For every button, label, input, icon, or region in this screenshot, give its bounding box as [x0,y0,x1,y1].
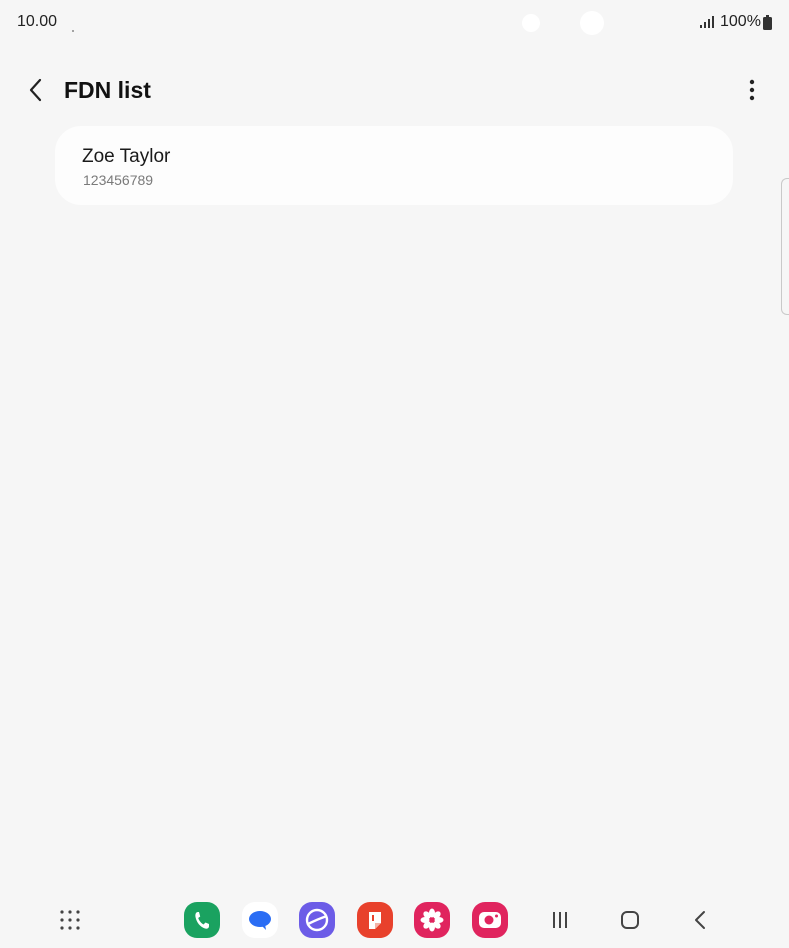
chevron-left-icon [29,78,42,102]
internet-app-icon[interactable] [299,902,335,938]
camera-cutout-icon [580,11,604,35]
nav-back-button[interactable] [686,906,714,934]
navigation-bar [0,890,789,948]
contact-name: Zoe Taylor [82,146,171,167]
page-title: FDN list [64,77,151,103]
flower-app-icon[interactable] [414,902,450,938]
status-bar: 10.00 100% [0,0,789,44]
fdn-list: Zoe Taylor 123456789 [55,126,733,205]
screen: 10.00 100% FDN list Zoe Taylor 123456789 [0,0,789,948]
list-item[interactable]: Zoe Taylor 123456789 [55,126,733,205]
back-icon [695,911,705,929]
signal-icon [700,16,714,28]
battery-icon [763,15,772,30]
recents-button[interactable] [546,906,574,934]
status-time: 10.00 [17,13,58,30]
camera-cutout-icon [522,14,540,32]
camera-app-icon[interactable] [472,902,508,938]
notification-dot [72,30,74,32]
notes-app-icon[interactable] [357,902,393,938]
more-vertical-icon [749,79,755,101]
back-button[interactable] [18,72,54,108]
app-bar: FDN list [0,66,789,116]
battery-percentage: 100% [720,13,761,30]
contact-number: 123456789 [83,172,154,188]
phone-app-icon[interactable] [184,902,220,938]
recents-icon [553,912,567,928]
apps-grid-icon[interactable] [58,908,82,932]
edge-panel-handle[interactable] [781,178,789,315]
home-icon [621,911,639,929]
home-button[interactable] [616,906,644,934]
more-options-button[interactable] [734,72,770,108]
messages-app-icon[interactable] [242,902,278,938]
